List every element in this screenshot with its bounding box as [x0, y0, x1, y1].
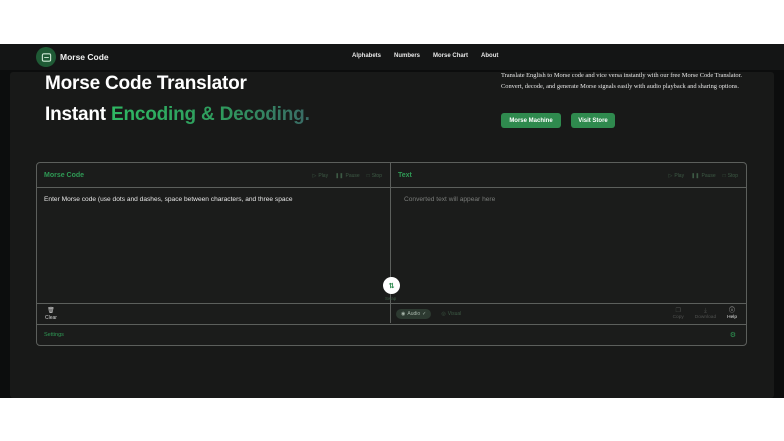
copy-label: Copy: [672, 315, 684, 320]
output-mode-toggle: ◉ Audio ✓ ◎ Visual: [396, 309, 463, 319]
morse-stop-button[interactable]: □ Stop: [367, 173, 382, 179]
download-button[interactable]: ⤓ Download: [695, 308, 716, 320]
nav-link-morse-chart[interactable]: Morse Chart: [433, 53, 468, 59]
logo[interactable]: [36, 47, 56, 67]
hero-subtitle-plain: Instant: [45, 104, 106, 125]
translator-toolbar: 🗑 Clear ◉ Audio ✓ ◎ Visual ❐ Copy ⤓ Download …: [37, 303, 746, 323]
speaker-icon: ◉: [401, 311, 406, 317]
swap-button[interactable]: ⇅: [383, 277, 400, 294]
text-stop-label: Stop: [727, 173, 738, 179]
trash-icon: 🗑: [47, 308, 55, 314]
download-label: Download: [694, 315, 717, 320]
translator-panel: Morse Code ▷ Play ❚❚ Pause □ Stop Enter Mor…: [36, 162, 747, 346]
text-pane-title: Text: [398, 172, 412, 179]
morse-pane-title: Morse Code: [44, 172, 85, 179]
swap-icon: ⇅: [388, 282, 395, 290]
play-icon: ▷: [312, 173, 317, 179]
audio-label: Audio: [407, 311, 421, 317]
play-icon: ▷: [668, 173, 673, 179]
check-icon: ✓: [422, 311, 427, 317]
settings-label[interactable]: Settings: [44, 332, 64, 338]
morse-pane-header: Morse Code ▷ Play ❚❚ Pause □ Stop: [37, 163, 390, 188]
text-play-label: Play: [674, 173, 685, 179]
clear-button[interactable]: 🗑 Clear: [45, 308, 57, 321]
hero-subtitle: Instant Encoding & Decoding.: [45, 104, 310, 126]
text-pane: Text ▷ Play ❚❚ Pause □ Stop Converted text …: [391, 163, 746, 323]
output-actions: ❐ Copy ⤓ Download ⓘ Help: [673, 308, 737, 320]
visit-store-button[interactable]: Visit Store: [571, 113, 615, 128]
copy-button[interactable]: ❐ Copy: [673, 308, 684, 320]
audio-mode-button[interactable]: ◉ Audio ✓: [396, 309, 432, 319]
stop-icon: □: [722, 173, 726, 179]
nav-link-about[interactable]: About: [481, 53, 498, 59]
morse-pause-button[interactable]: ❚❚ Pause: [335, 173, 360, 179]
help-icon: ⓘ: [729, 308, 736, 314]
settings-row[interactable]: Settings ⚙: [37, 324, 746, 345]
swap-label: Swap: [385, 296, 397, 301]
morse-play-button[interactable]: ▷ Play: [313, 173, 329, 179]
clear-label: Clear: [45, 315, 57, 321]
nav-link-numbers[interactable]: Numbers: [394, 53, 420, 59]
text-play-button[interactable]: ▷ Play: [669, 173, 685, 179]
top-nav: Morse Code Alphabets Numbers Morse Chart…: [0, 44, 784, 70]
nav-links: Alphabets Numbers Morse Chart About: [352, 53, 498, 59]
eye-icon: ◎: [441, 311, 446, 317]
morse-input[interactable]: Enter Morse code (use dots and dashes, s…: [44, 196, 293, 203]
text-stop-button[interactable]: □ Stop: [723, 173, 738, 179]
morse-play-label: Play: [318, 173, 329, 179]
text-pause-button[interactable]: ❚❚ Pause: [691, 173, 716, 179]
download-icon: ⤓: [704, 308, 707, 314]
morse-pause-label: Pause: [345, 173, 360, 179]
text-output[interactable]: Converted text will appear here: [404, 196, 495, 203]
pause-icon: ❚❚: [691, 173, 700, 179]
morse-playback-controls: ▷ Play ❚❚ Pause □ Stop: [313, 173, 383, 179]
pause-icon: ❚❚: [335, 173, 344, 179]
morse-machine-button[interactable]: Morse Machine: [501, 113, 561, 128]
text-pause-label: Pause: [701, 173, 716, 179]
text-pane-header: Text ▷ Play ❚❚ Pause □ Stop: [391, 163, 746, 188]
morse-logo-icon: [41, 52, 51, 62]
help-label: Help: [727, 315, 737, 320]
help-button[interactable]: ⓘ Help: [727, 308, 737, 320]
nav-link-alphabets[interactable]: Alphabets: [352, 53, 381, 59]
hero-title: Morse Code Translator: [45, 73, 247, 94]
text-playback-controls: ▷ Play ❚❚ Pause □ Stop: [669, 173, 739, 179]
hero-subtitle-highlight: Encoding & Decoding.: [110, 104, 310, 125]
visual-mode-button[interactable]: ◎ Visual: [439, 309, 463, 319]
visual-label: Visual: [447, 311, 462, 317]
morse-stop-label: Stop: [371, 173, 382, 179]
brand-name[interactable]: Morse Code: [60, 52, 109, 62]
copy-icon: ❐: [675, 308, 681, 314]
stop-icon: □: [366, 173, 370, 179]
morse-pane: Morse Code ▷ Play ❚❚ Pause □ Stop Enter Mor…: [37, 163, 391, 323]
gear-icon[interactable]: ⚙: [730, 331, 736, 339]
hero-description: Translate English to Morse code and vice…: [501, 72, 742, 90]
